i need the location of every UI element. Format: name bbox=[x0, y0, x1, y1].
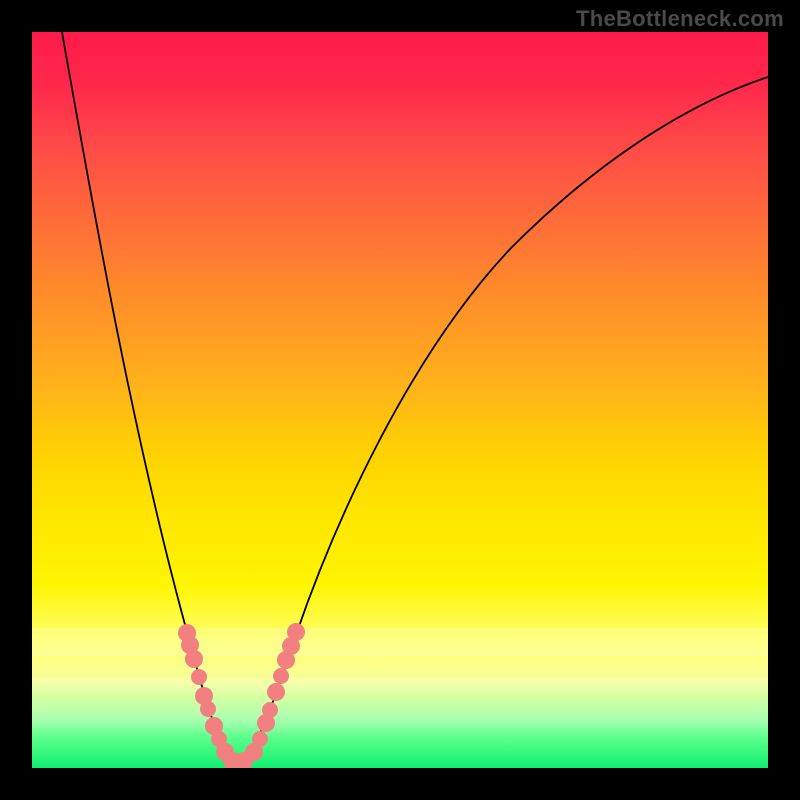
chart-frame: TheBottleneck.com bbox=[0, 0, 800, 800]
watermark-text: TheBottleneck.com bbox=[576, 6, 784, 32]
plot-area bbox=[32, 32, 768, 768]
